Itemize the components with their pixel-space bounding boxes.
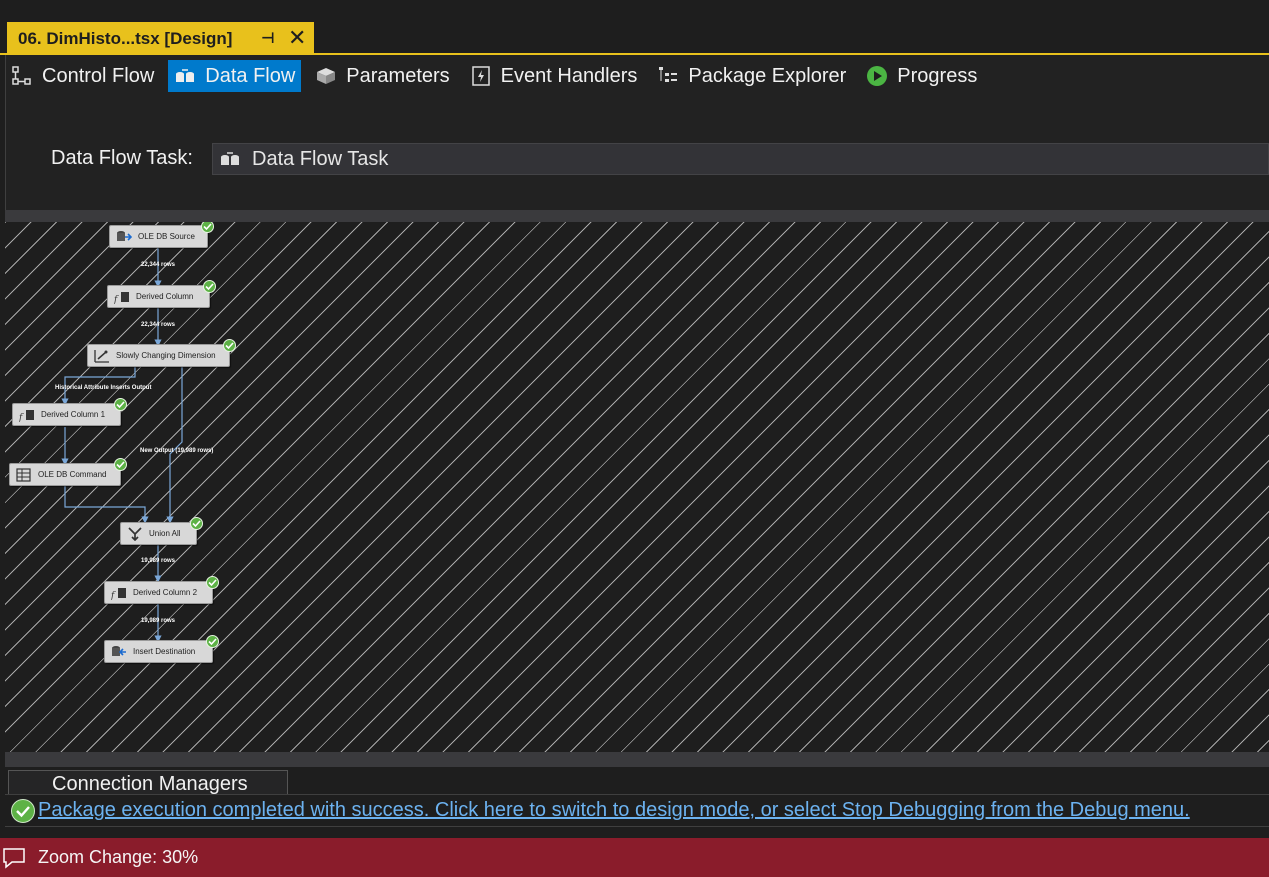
component-union-all[interactable]: Union All [120, 517, 203, 545]
task-label: Data Flow Task: [51, 147, 193, 169]
package-explorer-icon [657, 65, 679, 87]
derived-column-icon: f [111, 587, 126, 600]
svg-text:f: f [114, 295, 119, 304]
task-select-value: Data Flow Task [252, 147, 389, 170]
component-ole-db-command[interactable]: OLE DB Command [9, 458, 127, 486]
row-count-label: 19,989 rows [141, 558, 176, 564]
component-label: Union All [149, 529, 181, 538]
success-check-icon [206, 576, 219, 589]
component-ole-db-source[interactable]: OLE DB Source [109, 222, 214, 248]
union-all-icon [128, 526, 142, 541]
control-flow-icon [11, 65, 33, 87]
status-bar-text: Zoom Change: 30% [38, 847, 199, 867]
component-slowly-changing-dimension[interactable]: Slowly Changing Dimension [87, 339, 236, 367]
output-label: Historical Attribute Inserts Output [55, 385, 152, 391]
tab-data-flow[interactable]: Data Flow [168, 60, 302, 92]
canvas-bottom-bar [5, 752, 1269, 767]
document-tab-bar: 06. DimHisto...tsx [Design] ⊣ ✕ [0, 22, 1269, 55]
task-select[interactable]: Data Flow Task [212, 143, 1269, 175]
component-label: Insert Destination [133, 647, 196, 656]
component-label: Slowly Changing Dimension [116, 351, 216, 360]
success-check-icon [206, 635, 219, 648]
progress-icon [866, 65, 888, 87]
tab-label: Progress [897, 64, 978, 87]
component-label: OLE DB Source [138, 232, 195, 241]
component-label: Derived Column [136, 292, 194, 301]
execution-status-message: Package execution completed with success… [5, 794, 1269, 827]
row-count-label: 22,344 rows [141, 322, 176, 328]
derived-column-icon: f [19, 409, 34, 422]
output-label: New Output (19,989 rows) [140, 448, 214, 454]
success-check-icon [190, 517, 203, 530]
success-check-icon [11, 798, 35, 823]
success-check-icon [203, 280, 216, 293]
tab-label: Data Flow [205, 64, 296, 87]
top-strip [0, 0, 1269, 22]
svg-text:f: f [111, 591, 116, 600]
document-tab-title: 06. DimHisto...tsx [Design] [18, 28, 233, 48]
row-count-label: 22,344 rows [141, 262, 176, 268]
designer-tabs: Control Flow Data Flow Parameters Event … [5, 60, 991, 92]
tab-parameters[interactable]: Parameters [309, 60, 455, 92]
notification-icon[interactable] [2, 847, 28, 869]
tab-progress[interactable]: Progress [860, 60, 983, 92]
path-command-to-union [64, 486, 149, 524]
success-check-icon [223, 339, 236, 352]
document-tab[interactable]: 06. DimHisto...tsx [Design] ⊣ ✕ [7, 22, 314, 55]
component-insert-destination[interactable]: Insert Destination [104, 635, 219, 663]
derived-column-icon: f [114, 291, 129, 304]
component-derived-column-1[interactable]: f Derived Column 1 [12, 398, 127, 426]
switch-to-design-mode-link[interactable]: Package execution completed with success… [38, 799, 1190, 822]
tab-label: Parameters [346, 64, 450, 87]
status-gap [0, 827, 1269, 838]
tab-package-explorer[interactable]: Package Explorer [651, 60, 852, 92]
component-label: Derived Column 2 [133, 588, 198, 597]
svg-text:f: f [19, 413, 24, 422]
destination-icon [112, 645, 126, 656]
scd-icon [94, 349, 109, 363]
parameters-icon [315, 65, 337, 87]
pin-icon[interactable]: ⊣ [261, 29, 275, 47]
status-bar: Zoom Change: 30% [0, 838, 1269, 877]
event-handlers-icon [470, 65, 492, 87]
path-new-output [166, 367, 183, 524]
close-icon[interactable]: ✕ [288, 25, 306, 51]
ole-db-source-icon [117, 230, 132, 241]
component-label: Derived Column 1 [41, 410, 106, 419]
row-count-label: 19,989 rows [141, 618, 176, 624]
tab-event-handlers[interactable]: Event Handlers [464, 60, 644, 92]
ole-db-command-icon [16, 467, 31, 482]
data-flow-icon [174, 65, 196, 87]
tab-control-flow[interactable]: Control Flow [5, 60, 160, 92]
component-derived-column-2[interactable]: f Derived Column 2 [104, 576, 219, 604]
component-label: OLE DB Command [38, 470, 107, 479]
tab-label: Control Flow [42, 64, 155, 87]
separator-bar [5, 210, 1269, 222]
data-flow-canvas[interactable]: 22,344 rows 22,344 rows Historical Attri… [5, 222, 1269, 752]
success-check-icon [114, 458, 127, 471]
tab-label: Package Explorer [688, 64, 847, 87]
tab-label: Event Handlers [500, 64, 638, 87]
data-flow-task-icon [218, 148, 242, 170]
success-check-icon [114, 398, 127, 411]
tab-connection-managers[interactable]: Connection Managers [8, 770, 288, 796]
component-derived-column[interactable]: f Derived Column [107, 280, 216, 308]
